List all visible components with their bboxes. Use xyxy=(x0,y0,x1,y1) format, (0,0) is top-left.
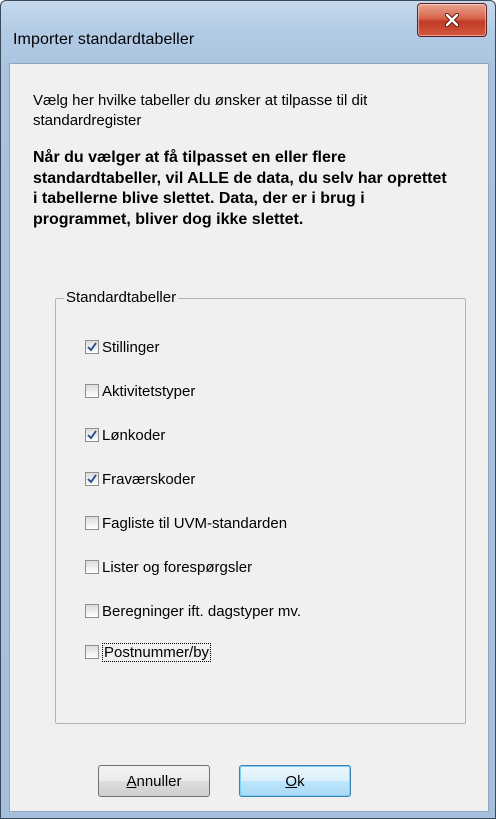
checkbox-box[interactable] xyxy=(85,428,99,442)
close-button[interactable] xyxy=(417,3,487,37)
ok-label: k xyxy=(297,772,305,790)
window-title: Importer standardtabeller xyxy=(13,31,195,48)
checkbox-fravaerskoder[interactable]: Fraværskoder xyxy=(85,467,195,491)
cancel-label: nnuller xyxy=(136,772,182,790)
checkbox-lister[interactable]: Lister og forespørgsler xyxy=(85,555,252,579)
checkbox-label: Stillinger xyxy=(102,338,160,356)
checkbox-box[interactable] xyxy=(85,340,99,354)
intro-text: Vælg her hvilke tabeller du ønsker at ti… xyxy=(33,92,368,129)
checkbox-box[interactable] xyxy=(85,472,99,486)
checkmark-icon xyxy=(87,342,97,352)
close-x-icon xyxy=(444,13,460,27)
dialog-window: Importer standardtabeller Vælg her hvilk… xyxy=(0,0,496,819)
group-label: Standardtabeller xyxy=(64,289,179,306)
checkbox-box[interactable] xyxy=(85,516,99,530)
checkbox-label: Postnummer/by xyxy=(102,642,212,662)
checkmark-icon xyxy=(87,430,97,440)
cancel-button[interactable]: Annuller xyxy=(98,765,210,797)
checkbox-label: Fraværskoder xyxy=(102,470,196,488)
checkmark-icon xyxy=(87,474,97,484)
checkbox-beregninger[interactable]: Beregninger ift. dagstyper mv. xyxy=(85,599,301,623)
checkbox-label: Beregninger ift. dagstyper mv. xyxy=(102,602,301,620)
ok-button[interactable]: Ok xyxy=(239,765,351,797)
checkbox-postnummer[interactable]: Postnummer/by xyxy=(85,640,212,664)
checkbox-box[interactable] xyxy=(85,604,99,618)
checkbox-box[interactable] xyxy=(85,645,99,659)
checkbox-label: Fagliste til UVM-standarden xyxy=(102,514,288,532)
ok-mnemonic: O xyxy=(285,772,298,790)
checkbox-fagliste[interactable]: Fagliste til UVM-standarden xyxy=(85,511,287,535)
warning-text: Når du vælger at få tilpasset en eller f… xyxy=(33,149,447,228)
checkbox-box[interactable] xyxy=(85,560,99,574)
checkbox-lonkoder[interactable]: Lønkoder xyxy=(85,423,165,447)
checkbox-aktivitetstyper[interactable]: Aktivitetstyper xyxy=(85,379,195,403)
checkbox-label: Lister og forespørgsler xyxy=(102,558,253,576)
title-bar[interactable]: Importer standardtabeller xyxy=(1,1,495,63)
checkbox-label: Lønkoder xyxy=(102,426,166,444)
checkbox-label: Aktivitetstyper xyxy=(102,382,196,400)
dialog-content: Vælg her hvilke tabeller du ønsker at ti… xyxy=(9,63,489,812)
cancel-mnemonic: A xyxy=(126,772,137,790)
checkbox-stillinger[interactable]: Stillinger xyxy=(85,335,160,359)
checkbox-box[interactable] xyxy=(85,384,99,398)
